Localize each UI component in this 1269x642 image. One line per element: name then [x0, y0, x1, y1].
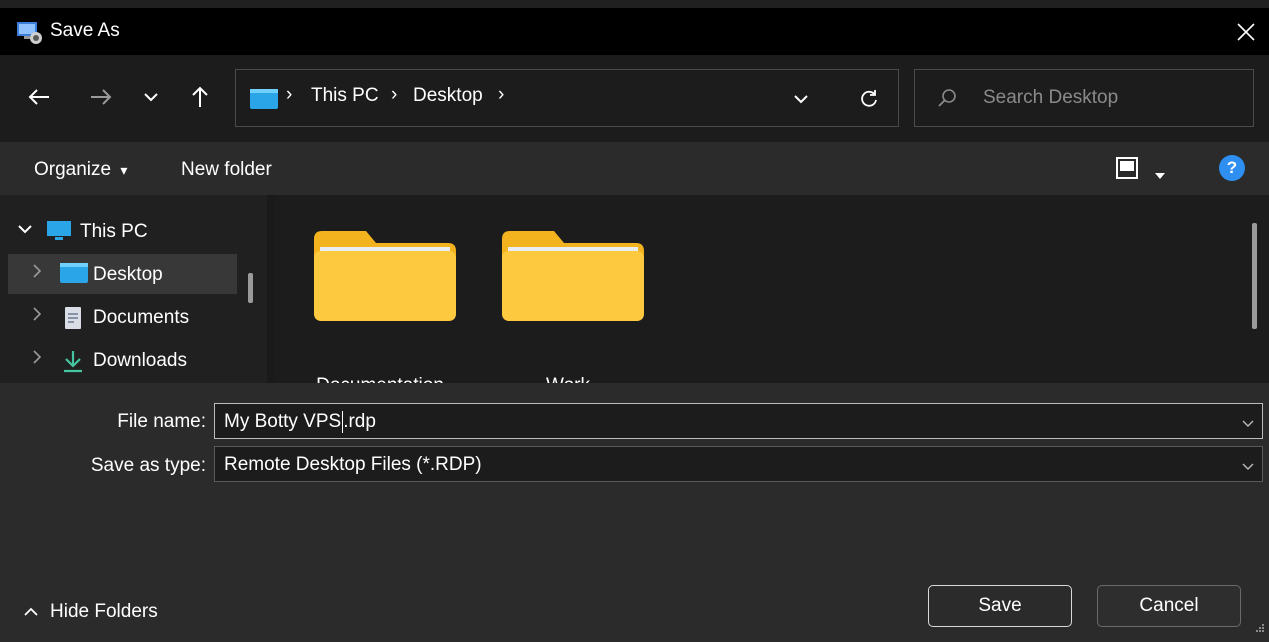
window-title: Save As	[50, 20, 120, 41]
navigation-pane: This PC Desktop Documents Downloads	[0, 195, 266, 383]
new-folder-button[interactable]: New folder	[181, 159, 272, 181]
tree-label-downloads: Downloads	[93, 350, 187, 371]
chevron-down-icon	[794, 95, 808, 104]
tree-item-documents[interactable]: Documents	[8, 297, 237, 337]
tree-label-desktop: Desktop	[93, 264, 163, 285]
close-icon	[1237, 22, 1255, 41]
file-list-scrollbar-track[interactable]	[1241, 195, 1269, 383]
view-options-dropdown[interactable]	[1155, 166, 1165, 184]
refresh-icon	[861, 90, 877, 107]
hide-folders-label: Hide Folders	[50, 601, 158, 622]
refresh-button[interactable]	[854, 84, 884, 114]
file-name-extension: .rdp	[343, 411, 376, 433]
folder-name: Work	[493, 375, 643, 383]
file-name-value: My Botty VPS .rdp	[224, 411, 376, 433]
save-as-type-select[interactable]: Remote Desktop Files (*.RDP)	[214, 446, 1263, 482]
file-list-scrollbar[interactable]	[1252, 223, 1257, 329]
folder-name: Documentation	[305, 375, 455, 383]
breadcrumb-separator: ›	[498, 84, 505, 105]
save-as-type-value: Remote Desktop Files (*.RDP)	[224, 454, 482, 475]
organize-label: Organize	[34, 159, 112, 180]
arrow-left-icon	[28, 89, 49, 105]
file-name-label: File name:	[117, 411, 206, 432]
tree-label-documents: Documents	[93, 307, 190, 328]
close-button[interactable]	[1223, 8, 1269, 55]
cancel-button[interactable]: Cancel	[1097, 585, 1241, 627]
navigation-bar: › This PC › Desktop › Search Desktop	[0, 55, 1269, 142]
command-bar: Organize ▾ New folder ?	[0, 142, 1269, 195]
save-button[interactable]: Save	[928, 585, 1072, 627]
folder-item-documentation[interactable]: Documentation	[305, 225, 456, 383]
chevron-up-icon	[24, 607, 38, 616]
forward-button[interactable]	[86, 79, 116, 115]
hide-folders-button[interactable]: Hide Folders	[24, 601, 158, 623]
breadcrumb-this-pc[interactable]: This PC	[311, 85, 379, 107]
file-name-field[interactable]: My Botty VPS .rdp	[214, 403, 1263, 439]
search-box[interactable]: Search Desktop	[914, 69, 1254, 127]
chevron-down-icon	[1242, 463, 1254, 470]
address-bar[interactable]: › This PC › Desktop ›	[235, 69, 899, 127]
back-button[interactable]	[24, 79, 54, 115]
pane-splitter[interactable]	[267, 195, 275, 383]
arrow-up-icon	[192, 86, 208, 107]
up-button[interactable]	[185, 79, 215, 115]
expand-chevron-down-icon[interactable]	[18, 221, 36, 239]
file-list: Documentation Work	[275, 195, 1269, 383]
breadcrumb-separator: ›	[391, 84, 398, 105]
search-input[interactable]: Search Desktop	[983, 87, 1118, 109]
change-view-button[interactable]	[1116, 157, 1138, 184]
view-pane-icon	[1116, 157, 1138, 179]
document-icon	[64, 306, 82, 335]
expand-chevron-right-icon[interactable]	[32, 307, 50, 325]
folder-item-work[interactable]: Work	[493, 225, 644, 383]
tree-item-desktop[interactable]: Desktop	[8, 254, 237, 294]
expand-chevron-right-icon[interactable]	[32, 350, 50, 368]
address-dropdown-button[interactable]	[789, 87, 813, 111]
folder-icon	[314, 231, 456, 321]
download-icon	[62, 349, 84, 378]
chevron-down-icon	[1242, 420, 1254, 427]
recent-locations-button[interactable]	[136, 79, 166, 115]
arrow-right-icon	[91, 89, 112, 105]
save-as-dialog: Save As › This PC › Desktop › Search Des…	[0, 0, 1269, 642]
desktop-location-icon	[250, 89, 278, 109]
file-name-dropdown[interactable]	[1242, 415, 1254, 433]
desktop-folder-icon	[60, 263, 88, 288]
help-button[interactable]: ?	[1219, 155, 1245, 181]
organize-button[interactable]: Organize ▾	[34, 159, 127, 181]
save-as-type-dropdown[interactable]	[1242, 458, 1254, 476]
breadcrumb-separator: ›	[286, 84, 293, 105]
resize-grip-icon[interactable]	[1255, 620, 1265, 638]
expand-chevron-right-icon[interactable]	[32, 264, 50, 282]
file-name-text: My Botty VPS	[224, 411, 342, 433]
app-icon	[14, 20, 44, 44]
folder-icon	[502, 231, 644, 321]
tree-label-this-pc: This PC	[80, 221, 148, 242]
caret-down-icon	[1155, 173, 1165, 179]
tree-item-downloads[interactable]: Downloads	[8, 340, 237, 380]
breadcrumb-desktop[interactable]: Desktop	[413, 85, 483, 107]
search-icon	[937, 88, 957, 113]
monitor-icon	[46, 220, 72, 247]
nav-pane-scrollbar[interactable]	[248, 273, 253, 303]
save-form: File name: My Botty VPS .rdp Save as type…	[0, 383, 1269, 642]
tree-item-this-pc[interactable]: This PC	[8, 211, 237, 251]
save-as-type-label: Save as type:	[90, 455, 206, 476]
title-bar: Save As	[0, 8, 1269, 55]
chevron-down-icon	[144, 93, 158, 102]
organize-dropdown-icon: ▾	[120, 162, 128, 178]
